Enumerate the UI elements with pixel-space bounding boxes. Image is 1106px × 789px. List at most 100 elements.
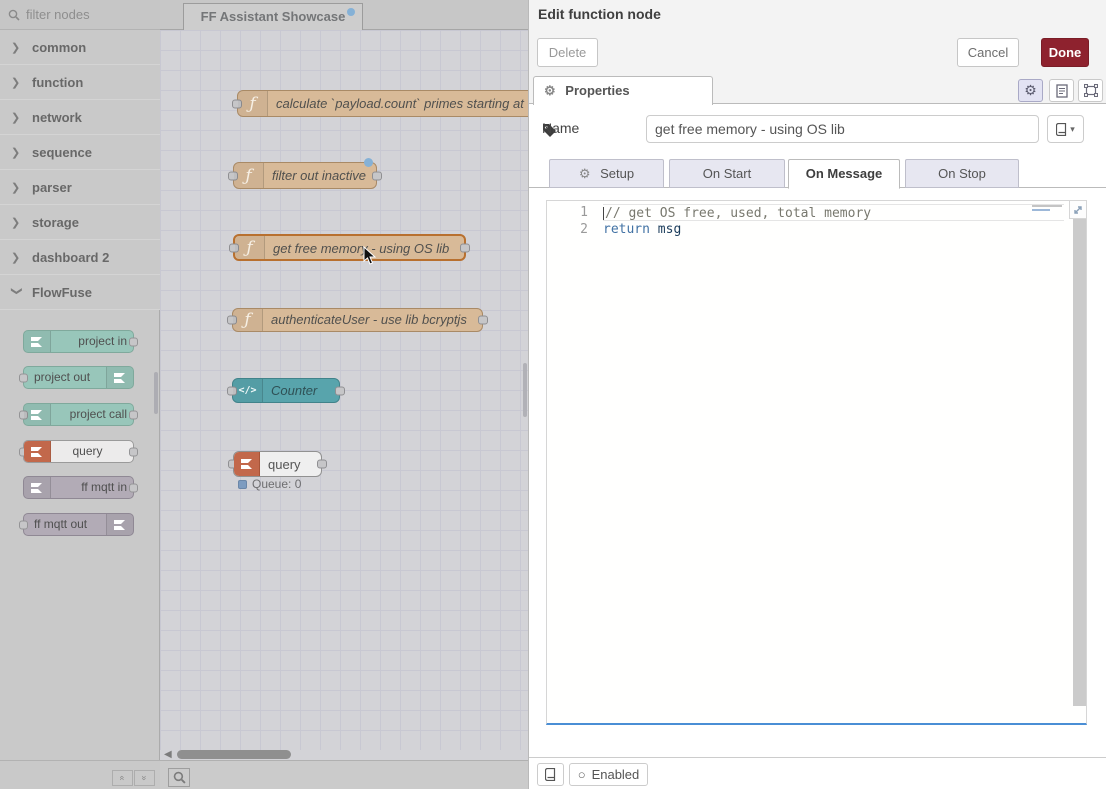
enabled-toggle-button[interactable]: ○ Enabled: [569, 763, 648, 786]
expand-all-button[interactable]: »: [134, 770, 155, 786]
search-icon: [8, 9, 20, 21]
chevron-right-icon: ❯: [11, 216, 23, 229]
tab-on-message[interactable]: On Message: [788, 159, 900, 189]
palette-node-query[interactable]: query: [23, 440, 134, 463]
palette-categories: ❯ common ❯ function ❯ network ❯ sequence…: [0, 30, 160, 310]
delete-button[interactable]: Delete: [537, 38, 598, 67]
tab-properties[interactable]: ⚙ Properties: [533, 76, 713, 105]
tab-on-stop[interactable]: On Stop: [905, 159, 1019, 188]
horizontal-scrollbar[interactable]: [177, 750, 291, 759]
collapse-all-button[interactable]: «: [112, 770, 133, 786]
library-dropdown-button[interactable]: ▾: [1047, 115, 1084, 143]
node-label: Counter: [271, 379, 331, 402]
appearance-view-button[interactable]: [1078, 79, 1103, 102]
output-port[interactable]: [478, 316, 488, 325]
palette-node-ff-mqtt-in[interactable]: ff mqtt in: [23, 476, 134, 499]
palette-category-flowfuse[interactable]: ❯ FlowFuse: [0, 275, 160, 310]
palette-search[interactable]: [0, 0, 160, 30]
node-query[interactable]: query: [233, 451, 322, 477]
palette-node-project-call[interactable]: project call: [23, 403, 134, 426]
code-editor[interactable]: 1 // get OS free, used, total memory 2 r…: [546, 200, 1087, 725]
workspace-tab[interactable]: FF Assistant Showcase: [183, 3, 363, 30]
vertical-scrollbar[interactable]: [523, 363, 527, 417]
flowfuse-icon: [234, 452, 260, 476]
book-icon: [1056, 123, 1067, 136]
editor-minimap: [1032, 205, 1066, 213]
chevron-right-icon: ❯: [11, 76, 23, 89]
node-label: filter out inactive: [272, 163, 368, 188]
palette-category-parser[interactable]: ❯ parser: [0, 170, 160, 205]
function-icon: ƒ: [233, 309, 263, 331]
category-label: network: [32, 110, 82, 125]
chevron-double-up-icon: «: [115, 775, 129, 780]
cancel-button[interactable]: Cancel: [957, 38, 1019, 67]
output-port: [129, 337, 138, 346]
chevron-right-icon: ❯: [11, 251, 23, 264]
magnifier-icon: [173, 771, 186, 784]
flow-canvas[interactable]: FF Assistant Showcase ƒ calculate `paylo…: [160, 0, 528, 789]
tab-setup[interactable]: ⚙ Setup: [549, 159, 664, 188]
workspace-tab-label: FF Assistant Showcase: [201, 9, 346, 24]
edit-tray-toolbar: Delete Cancel Done: [529, 28, 1106, 75]
output-port[interactable]: [317, 460, 327, 469]
palette-category-function[interactable]: ❯ function: [0, 65, 160, 100]
flowfuse-icon: [106, 514, 133, 535]
node-filter-out-inactive[interactable]: ƒ filter out inactive: [233, 162, 377, 189]
expand-editor-button[interactable]: [1069, 201, 1086, 219]
node-authenticate-user[interactable]: ƒ authenticateUser - use lib bcryptjs: [232, 308, 483, 332]
node-counter[interactable]: </> Counter: [232, 378, 340, 403]
category-label: parser: [32, 180, 72, 195]
library-button[interactable]: [537, 763, 564, 786]
line-number: 2: [547, 221, 603, 238]
code-line[interactable]: 2 return msg: [547, 221, 1086, 238]
status-dot: [238, 480, 247, 489]
palette-node-project-in[interactable]: project in: [23, 330, 134, 353]
output-port[interactable]: [460, 243, 470, 252]
output-port: [129, 483, 138, 492]
tab-on-start[interactable]: On Start: [669, 159, 785, 188]
input-port: [19, 520, 28, 529]
navigator-button[interactable]: [168, 768, 190, 787]
diagonal-arrows-icon: [1073, 205, 1083, 215]
tab-properties-label: Properties: [565, 83, 629, 98]
text-cursor: [603, 207, 604, 220]
output-port: [129, 410, 138, 419]
chevron-right-icon: ❯: [11, 41, 23, 54]
palette-category-sequence[interactable]: ❯ sequence: [0, 135, 160, 170]
selection-frame-icon: [1084, 84, 1098, 97]
gear-icon: ⚙: [544, 83, 556, 98]
properties-view-button[interactable]: ⚙: [1018, 79, 1043, 102]
edit-tray-tabrow: ⚙ Properties ⚙: [529, 75, 1106, 104]
node-get-free-memory[interactable]: ƒ get free memory - using OS lib: [233, 234, 466, 261]
category-label: function: [32, 75, 83, 90]
palette-category-common[interactable]: ❯ common: [0, 30, 160, 65]
function-tabs: ⚙ Setup On Start On Message On Stop: [529, 158, 1106, 188]
workspace-tabstrip: FF Assistant Showcase: [160, 0, 528, 30]
code-line[interactable]: 1 // get OS free, used, total memory: [547, 204, 1086, 221]
palette-scrollbar[interactable]: [154, 372, 158, 414]
output-port[interactable]: [372, 171, 382, 180]
chevron-right-icon: ❯: [11, 181, 23, 194]
output-port[interactable]: [335, 386, 345, 395]
editor-scrollbar[interactable]: [1073, 219, 1086, 706]
line-number: 1: [547, 204, 603, 221]
name-input[interactable]: [646, 115, 1039, 143]
name-row: Name ▾: [529, 114, 1106, 146]
scroll-left-arrow-icon[interactable]: ◀: [164, 749, 172, 760]
canvas-footer: [160, 760, 528, 789]
tab-label: On Stop: [938, 166, 986, 181]
output-port: [129, 447, 138, 456]
palette-node-ff-mqtt-out[interactable]: ff mqtt out: [23, 513, 134, 536]
palette-footer: « »: [0, 760, 160, 789]
function-icon: ƒ: [235, 236, 265, 259]
done-button[interactable]: Done: [1041, 38, 1089, 67]
node-calculate-primes[interactable]: ƒ calculate `payload.count` primes start…: [237, 90, 528, 117]
node-status: Queue: 0: [238, 477, 301, 491]
palette-category-network[interactable]: ❯ network: [0, 100, 160, 135]
tab-label: On Start: [703, 166, 751, 181]
palette-category-dashboard2[interactable]: ❯ dashboard 2: [0, 240, 160, 275]
palette-search-input[interactable]: [26, 7, 146, 22]
palette-category-storage[interactable]: ❯ storage: [0, 205, 160, 240]
description-view-button[interactable]: [1049, 79, 1074, 102]
palette-node-project-out[interactable]: project out: [23, 366, 134, 389]
